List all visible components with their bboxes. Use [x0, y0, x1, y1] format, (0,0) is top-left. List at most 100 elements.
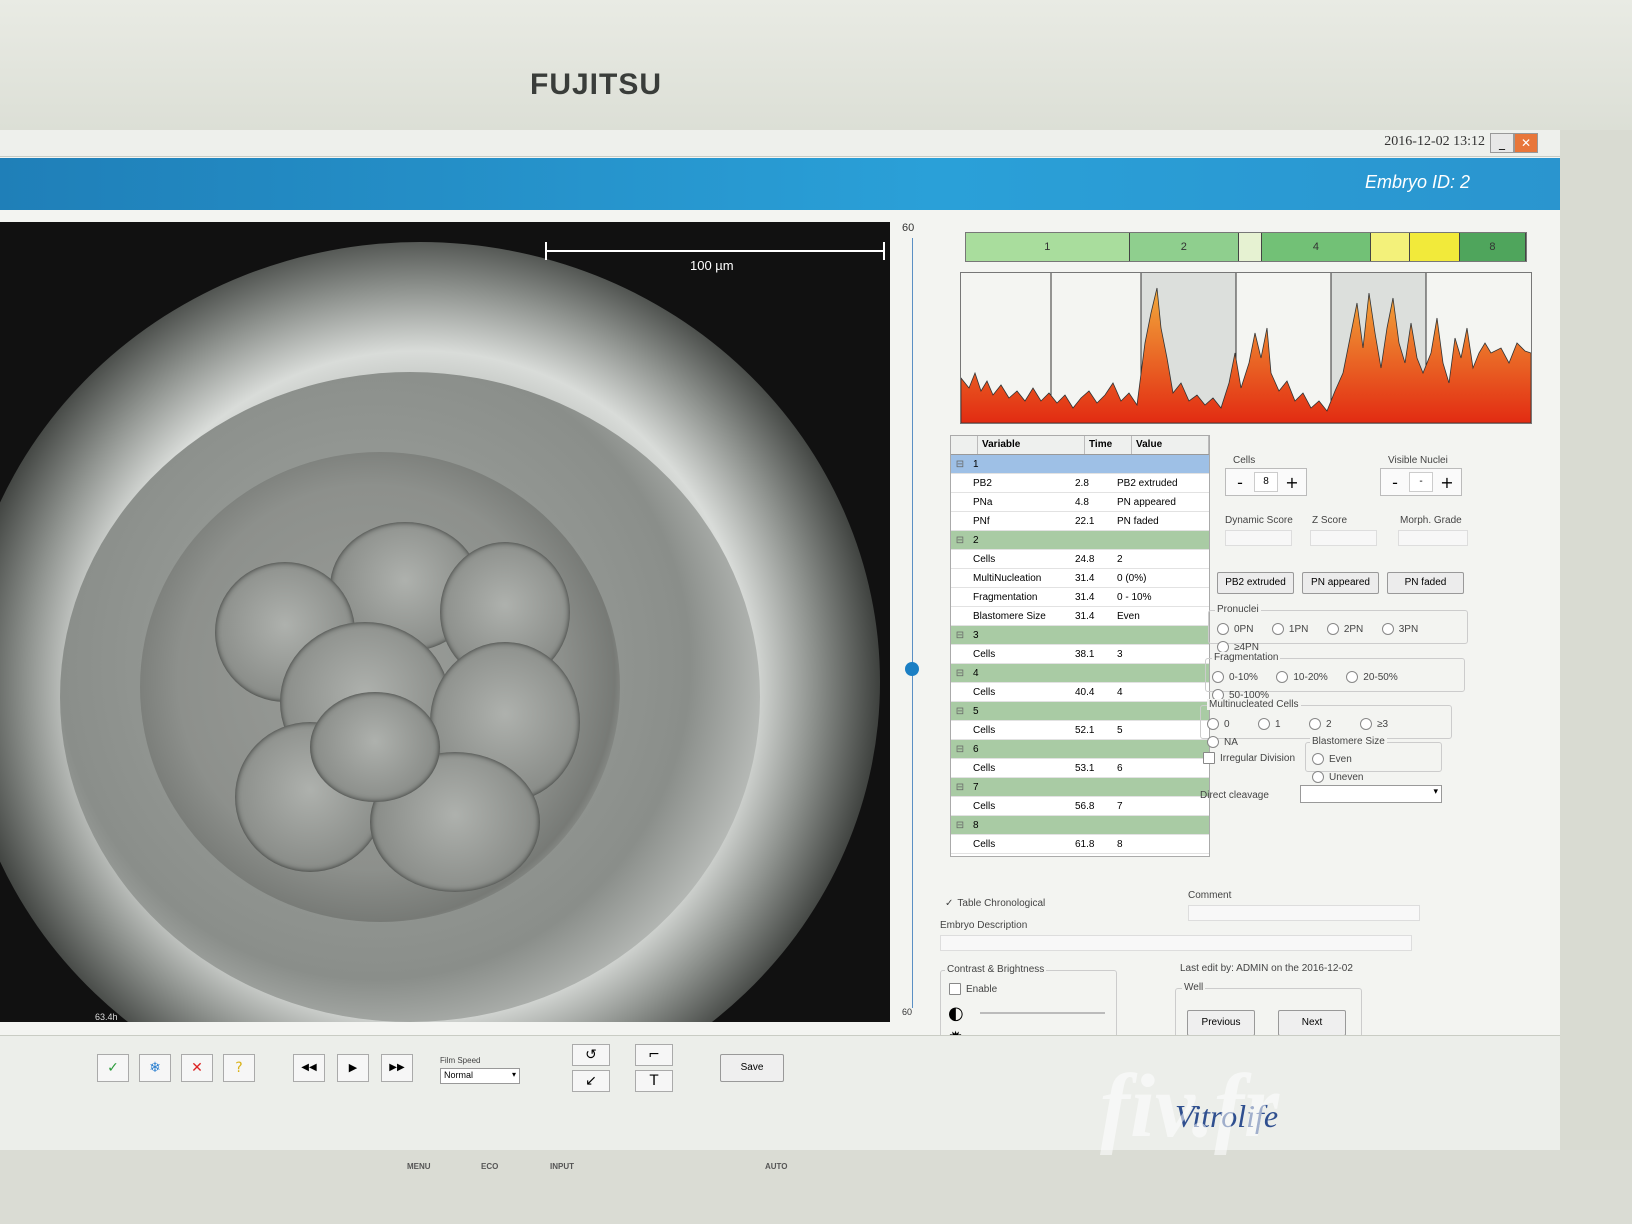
- table-group-row[interactable]: ⊟ 3: [951, 626, 1209, 645]
- column-header-variable[interactable]: Variable: [978, 436, 1085, 454]
- minimize-button[interactable]: _: [1490, 133, 1514, 153]
- timeline-segment[interactable]: [1239, 233, 1262, 261]
- table-group-row[interactable]: ⊟ 7: [951, 778, 1209, 797]
- collapse-icon[interactable]: ⊟: [951, 782, 969, 793]
- timeline-segment[interactable]: 1: [966, 233, 1130, 261]
- timeline-segment[interactable]: [1410, 233, 1460, 261]
- collapse-icon[interactable]: ⊟: [951, 706, 969, 717]
- monitor-input-button[interactable]: INPUT: [550, 1162, 574, 1171]
- embryo-image-viewer[interactable]: 100 µm 63.4h: [0, 222, 890, 1022]
- annotation-table[interactable]: Variable Time Value ⊟ 1 PB2 2.8 PB2 extruded…: [950, 435, 1210, 857]
- nuclei-minus-button[interactable]: -: [1381, 473, 1409, 492]
- table-group-row[interactable]: ⊟ 1: [951, 455, 1209, 474]
- close-button[interactable]: ✕: [1514, 133, 1538, 153]
- save-button[interactable]: Save: [720, 1054, 784, 1082]
- film-speed-dropdown[interactable]: Normal ▾: [440, 1068, 520, 1084]
- nuclei-value[interactable]: -: [1409, 472, 1433, 492]
- table-row[interactable]: Cells 52.1 5: [951, 721, 1209, 740]
- table-group-row[interactable]: ⊟ 6: [951, 740, 1209, 759]
- monitor-menu-button[interactable]: MENU: [407, 1162, 431, 1171]
- collapse-icon[interactable]: ⊟: [951, 535, 969, 546]
- chevron-down-icon: ▾: [511, 1070, 516, 1079]
- table-row[interactable]: Cells 40.4 4: [951, 683, 1209, 702]
- column-header-value[interactable]: Value: [1132, 436, 1209, 454]
- table-row[interactable]: Cells 56.8 7: [951, 797, 1209, 816]
- focal-plane-slider-handle[interactable]: [905, 662, 919, 676]
- rotate-icon[interactable]: ↺: [572, 1044, 610, 1066]
- radio-frag-20-50[interactable]: 20-50%: [1346, 671, 1398, 683]
- text-tool-icon[interactable]: T: [635, 1070, 673, 1092]
- cells-minus-button[interactable]: -: [1226, 473, 1254, 492]
- unknown-button[interactable]: ?: [223, 1054, 255, 1082]
- table-group-row[interactable]: ⊟ 4: [951, 664, 1209, 683]
- cells-stepper[interactable]: - 8 +: [1225, 468, 1307, 496]
- z-score-field: [1310, 530, 1377, 546]
- column-header-time[interactable]: Time: [1085, 436, 1132, 454]
- radio-mn-na[interactable]: NA: [1207, 736, 1238, 748]
- nuclei-plus-button[interactable]: +: [1433, 473, 1461, 492]
- reject-button[interactable]: ✕: [181, 1054, 213, 1082]
- table-group-row[interactable]: ⊟ 5: [951, 702, 1209, 721]
- table-group-row[interactable]: ⊟ 8: [951, 816, 1209, 835]
- play-button[interactable]: ▶: [337, 1054, 369, 1082]
- table-chronological-checkbox[interactable]: ✓ Table Chronological: [945, 898, 1045, 909]
- radio-mn-0[interactable]: 0: [1207, 718, 1230, 730]
- table-row[interactable]: Fragmentation 31.4 0 - 10%: [951, 588, 1209, 607]
- rewind-button[interactable]: ◀◀: [293, 1054, 325, 1082]
- monitor-eco-button[interactable]: ECO: [481, 1162, 498, 1171]
- table-row[interactable]: Cells 61.8 8: [951, 835, 1209, 854]
- freeze-button[interactable]: ❄: [139, 1054, 171, 1082]
- irregular-division-checkbox[interactable]: Irregular Division: [1203, 752, 1295, 764]
- cell-stage-timeline[interactable]: 124 8: [965, 232, 1527, 262]
- cell-time: 2.8: [1075, 477, 1089, 489]
- focal-plane-axis[interactable]: 60 60: [898, 222, 928, 1022]
- pn-appeared-button[interactable]: PN appeared: [1302, 572, 1379, 594]
- timeline-segment[interactable]: [1371, 233, 1411, 261]
- table-row[interactable]: PNf 22.1 PN faded: [951, 512, 1209, 531]
- collapse-icon[interactable]: ⊟: [951, 820, 969, 831]
- pb2-extruded-button[interactable]: PB2 extruded: [1217, 572, 1294, 594]
- contrast-slider[interactable]: [980, 1012, 1105, 1014]
- radio-2pn[interactable]: 2PN: [1326, 623, 1363, 635]
- radio-frag-0-10[interactable]: 0-10%: [1212, 671, 1258, 683]
- accept-button[interactable]: ✓: [97, 1054, 129, 1082]
- radio-3pn[interactable]: 3PN: [1381, 623, 1418, 635]
- cells-value[interactable]: 8: [1254, 472, 1278, 492]
- radio-mn-2[interactable]: 2: [1309, 718, 1332, 730]
- timeline-segment[interactable]: 4: [1261, 233, 1372, 261]
- angle-icon[interactable]: ↙: [572, 1070, 610, 1092]
- direct-cleavage-dropdown[interactable]: ▾: [1300, 785, 1442, 803]
- comment-field[interactable]: [1188, 905, 1420, 921]
- cells-plus-button[interactable]: +: [1278, 473, 1306, 492]
- previous-button[interactable]: Previous: [1187, 1010, 1255, 1036]
- radio-blastomere-even[interactable]: Even: [1312, 753, 1352, 765]
- radio-frag-10-20[interactable]: 10-20%: [1276, 671, 1328, 683]
- timeline-segment[interactable]: 8: [1459, 233, 1527, 261]
- next-button[interactable]: Next: [1278, 1010, 1346, 1036]
- radio-1pn[interactable]: 1PN: [1271, 623, 1308, 635]
- table-row[interactable]: Blastomere Size 31.4 Even: [951, 607, 1209, 626]
- line-tool-icon[interactable]: ⌐: [635, 1044, 673, 1066]
- enable-checkbox[interactable]: Enable: [949, 983, 997, 995]
- visible-nuclei-stepper[interactable]: - - +: [1380, 468, 1462, 496]
- collapse-icon[interactable]: ⊟: [951, 630, 969, 641]
- monitor-auto-button[interactable]: AUTO: [765, 1162, 788, 1171]
- timeline-segment[interactable]: 2: [1129, 233, 1240, 261]
- table-row[interactable]: PB2 2.8 PB2 extruded: [951, 474, 1209, 493]
- radio-mn-3[interactable]: ≥3: [1360, 718, 1388, 730]
- fast-forward-button[interactable]: ▶▶: [381, 1054, 413, 1082]
- table-row[interactable]: MultiNucleation 31.4 0 (0%): [951, 569, 1209, 588]
- pn-faded-button[interactable]: PN faded: [1387, 572, 1464, 594]
- collapse-icon[interactable]: ⊟: [951, 744, 969, 755]
- table-row[interactable]: Cells 38.1 3: [951, 645, 1209, 664]
- collapse-icon[interactable]: ⊟: [951, 668, 969, 679]
- table-row[interactable]: Cells 24.8 2: [951, 550, 1209, 569]
- table-row[interactable]: Cells 53.1 6: [951, 759, 1209, 778]
- table-row[interactable]: PNa 4.8 PN appeared: [951, 493, 1209, 512]
- radio-blastomere-uneven[interactable]: Uneven: [1312, 771, 1363, 783]
- radio-0pn[interactable]: 0PN: [1217, 623, 1253, 635]
- table-group-row[interactable]: ⊟ 2: [951, 531, 1209, 550]
- radio-mn-1[interactable]: 1: [1258, 718, 1281, 730]
- collapse-icon[interactable]: ⊟: [951, 459, 969, 470]
- embryo-description-field[interactable]: [940, 935, 1412, 951]
